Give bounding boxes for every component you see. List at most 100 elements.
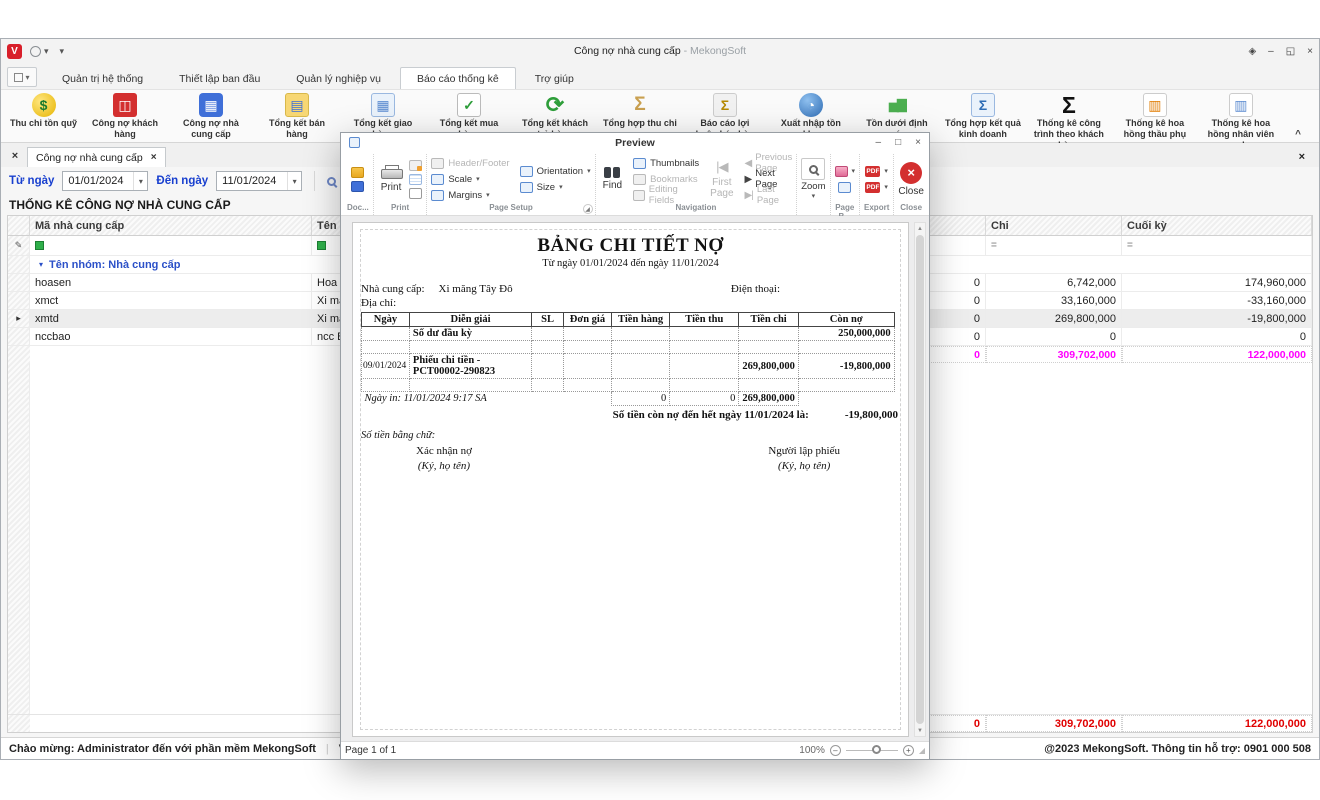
ribbon-item-cong-no-khach-hang[interactable]: ◫Công nợ khách hàng xyxy=(82,93,168,140)
scrollbar-thumb[interactable] xyxy=(916,235,924,724)
preview-title: Preview xyxy=(341,137,929,149)
cell-cuoi-ky[interactable]: 0 xyxy=(1122,328,1312,346)
group-zoom: Zoom ▾ xyxy=(797,154,830,215)
from-date-input[interactable]: 01/01/2024 ▾ xyxy=(62,171,148,191)
zoom-out-icon[interactable]: – xyxy=(830,745,841,756)
chevron-down-icon[interactable]: ▾ xyxy=(287,172,301,190)
cell-cuoi-ky[interactable]: -19,800,000 xyxy=(1122,310,1312,328)
watermark-button[interactable] xyxy=(838,181,851,194)
ribbon-menu-button[interactable]: ▾ xyxy=(7,67,37,87)
quick-print-icon[interactable] xyxy=(409,160,422,171)
cell-chi[interactable]: 33,160,000 xyxy=(986,292,1122,310)
minimize-icon[interactable]: – xyxy=(1268,46,1274,57)
cell-cuoi-ky[interactable]: -33,160,000 xyxy=(1122,292,1312,310)
ribbon-item-ket-qua-kinh-doanh[interactable]: ΣTổng hợp kết quả kinh doanh xyxy=(940,93,1026,140)
minimize-icon[interactable]: – xyxy=(876,137,882,148)
ribbon-item-thu-chi-ton-quy[interactable]: $Thu chi tồn quỹ xyxy=(5,93,82,129)
close-icon[interactable]: × xyxy=(151,152,157,163)
orientation-button[interactable]: Orientation▾ xyxy=(520,165,591,178)
column-header-code[interactable]: Mã nhà cung cấp xyxy=(30,216,312,236)
page-color-button[interactable]: ▾ xyxy=(835,165,856,178)
pin-icon[interactable]: ◈ xyxy=(1248,46,1256,57)
zoom-dropdown[interactable]: Zoom xyxy=(801,181,825,191)
cell-code[interactable]: xmtd xyxy=(30,310,312,328)
scrollbar-vertical[interactable]: ▲ ▼ xyxy=(914,222,926,737)
ribbon-item-hoa-hong-nhan-vien-sale[interactable]: ▥Thống kê hoa hồng nhân viên sale xyxy=(1198,93,1284,150)
tab-bao-cao-thong-ke[interactable]: Báo cáo thống kê xyxy=(400,67,516,89)
print-selection-icon[interactable] xyxy=(409,174,422,185)
to-date-input[interactable]: 11/01/2024 ▾ xyxy=(216,171,302,191)
close-icon[interactable]: × xyxy=(915,137,921,148)
preview-title-bar[interactable]: Preview – □ × xyxy=(341,133,929,152)
address-label: Địa chỉ: xyxy=(361,297,900,309)
cell-code[interactable]: xmct xyxy=(30,292,312,310)
cell-code[interactable]: nccbao xyxy=(30,328,312,346)
export-document-button[interactable]: PDF▾ xyxy=(865,165,888,178)
ribbon-item-cong-no-nha-cung-cap[interactable]: ▦Công nợ nhà cung cấp xyxy=(168,93,254,140)
from-date-value: 01/01/2024 xyxy=(68,175,123,187)
thumbnails-button[interactable]: Thumbnails xyxy=(633,157,699,170)
chevron-down-icon: ▾ xyxy=(486,191,490,199)
column-header-cuoi-ky[interactable]: Cuối kỳ xyxy=(1122,216,1312,236)
ribbon-item-hoa-hong-thau-phu[interactable]: ▥Thống kê hoa hồng thầu phụ xyxy=(1112,93,1198,140)
print-button[interactable]: Print xyxy=(378,165,405,193)
next-page-icon: ▶ xyxy=(745,174,752,185)
collapse-ribbon-icon[interactable]: ^ xyxy=(1295,129,1301,140)
cell-chi[interactable]: 0 xyxy=(986,328,1122,346)
big-sigma-icon: Σ xyxy=(1057,93,1081,117)
margins-button[interactable]: Margins▾ xyxy=(431,189,509,202)
close-panel-icon[interactable]: × xyxy=(1299,151,1305,163)
cell-chi[interactable]: 269,800,000 xyxy=(986,310,1122,328)
close-tab-button[interactable]: × xyxy=(7,148,23,164)
supplier-label: Nhà cung cấp: xyxy=(361,283,425,295)
close-icon[interactable]: × xyxy=(1307,46,1313,57)
scroll-down-icon[interactable]: ▼ xyxy=(917,725,923,736)
toolbar-customize-icon[interactable]: ▾ xyxy=(60,46,65,57)
ribbon-item-tong-ket-ban-hang[interactable]: ▤Tổng kết bán hàng xyxy=(254,93,340,140)
scroll-up-icon[interactable]: ▲ xyxy=(917,223,923,234)
chevron-down-icon[interactable]: ▾ xyxy=(133,172,147,190)
tab-quan-ly-nghiep-vu[interactable]: Quản lý nghiệp vụ xyxy=(279,67,398,89)
scale-button[interactable]: Scale▾ xyxy=(431,173,509,186)
filter-cell-code[interactable] xyxy=(30,236,312,256)
maximize-icon[interactable]: □ xyxy=(895,137,901,148)
group-total-cuoi-ky: 122,000,000 xyxy=(1122,346,1312,363)
tab-cong-no-nha-cung-cap[interactable]: Công nợ nhà cung cấp × xyxy=(27,147,166,167)
zoom-slider-thumb[interactable] xyxy=(872,745,881,754)
page-copy-icon[interactable] xyxy=(409,188,422,199)
zoom-in-icon[interactable]: + xyxy=(903,745,914,756)
close-preview-button[interactable]: × xyxy=(900,162,922,184)
collapse-group-icon[interactable]: ▾ xyxy=(39,260,43,269)
open-folder-icon[interactable] xyxy=(351,167,364,178)
orientation-icon xyxy=(520,166,533,177)
restore-icon[interactable]: ◱ xyxy=(1286,46,1295,57)
tab-quan-tri-he-thong[interactable]: Quản trị hệ thống xyxy=(45,67,160,89)
tab-thiet-lap-ban-dau[interactable]: Thiết lập ban đầu xyxy=(162,67,277,89)
report-page: BẢNG CHI TIẾT NỢ Từ ngày 01/01/2024 đến … xyxy=(352,222,909,737)
size-button[interactable]: Size▾ xyxy=(520,181,591,194)
zoom-button[interactable] xyxy=(801,158,825,180)
filter-cell-cuoi-ky[interactable]: = xyxy=(1122,236,1312,256)
tab-tro-giup[interactable]: Trợ giúp xyxy=(518,67,591,89)
find-button[interactable]: Find xyxy=(600,167,625,191)
auto-filter-icon xyxy=(35,241,44,250)
cell-code[interactable]: hoasen xyxy=(30,274,312,292)
quick-access-icon[interactable] xyxy=(30,46,41,57)
last-page-icon: ▶| xyxy=(745,190,753,201)
ribbon-item-tong-hop-thu-chi[interactable]: ΣTổng hợp thu chi xyxy=(598,93,682,129)
dialog-launcher-icon[interactable]: ◢ xyxy=(583,204,593,214)
ribbon-item-cong-trinh-khach-hang[interactable]: ΣThống kê công trình theo khách hàng xyxy=(1026,93,1112,150)
cell-chi[interactable]: 6,742,000 xyxy=(986,274,1122,292)
divider: | xyxy=(326,743,329,755)
send-email-button[interactable]: PDF▾ xyxy=(865,181,888,194)
save-icon[interactable] xyxy=(351,181,364,192)
filter-cell-chi[interactable]: = xyxy=(986,236,1122,256)
chevron-down-icon[interactable]: ▾ xyxy=(44,46,49,57)
group-navigation: Find Thumbnails Bookmarks Editing Fields… xyxy=(596,154,798,215)
resize-grip-icon[interactable]: ◢ xyxy=(919,746,925,755)
header-footer-button: Header/Footer xyxy=(431,157,509,170)
cell-cuoi-ky[interactable]: 174,960,000 xyxy=(1122,274,1312,292)
zoom-slider[interactable] xyxy=(846,750,898,751)
ribbon-item-label: Thống kê hoa hồng thầu phụ xyxy=(1117,118,1193,140)
column-header-chi[interactable]: Chi xyxy=(986,216,1122,236)
